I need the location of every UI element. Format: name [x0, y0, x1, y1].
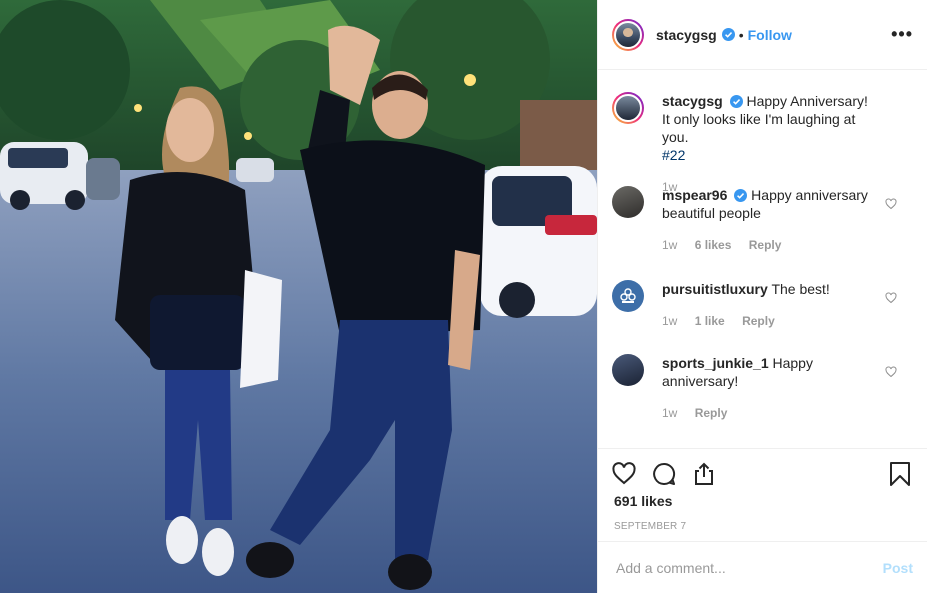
author-username[interactable]: stacygsg [656, 27, 717, 43]
heart-icon[interactable] [612, 462, 636, 486]
caption-avatar[interactable] [612, 92, 644, 124]
verified-icon [734, 189, 748, 202]
add-comment-input[interactable] [614, 558, 883, 577]
comment-likes[interactable]: 1 like [695, 314, 725, 328]
bookmark-icon[interactable] [889, 462, 911, 486]
comment-avatar[interactable] [612, 354, 644, 386]
small-heart-icon[interactable] [885, 366, 897, 378]
comment-text-block: sports_junkie_1 Happy anniversary! 1w Re… [662, 354, 882, 422]
verified-icon [729, 95, 743, 108]
comment-item: pursuitistluxury The best! 1w 1 like Rep… [612, 280, 913, 330]
comment-item: mspear96 Happy anniversary beautiful peo… [612, 186, 913, 254]
post-side-panel: stacygsg • Follow ••• stacygsg Happy Ann… [597, 0, 927, 593]
more-icon[interactable]: ••• [891, 24, 913, 45]
post-photo[interactable] [0, 0, 597, 593]
caption-text-block: stacygsg Happy Anniversary! It only look… [662, 92, 882, 196]
post-dialog: stacygsg • Follow ••• stacygsg Happy Ann… [0, 0, 927, 593]
comment-username[interactable]: pursuitistluxury [662, 281, 768, 297]
small-heart-icon[interactable] [885, 292, 897, 304]
pursuitist-logo-icon [620, 288, 636, 303]
caption-line1: Happy Anniversary! [746, 93, 868, 109]
post-photo-image [0, 0, 597, 593]
add-comment-bar: Post [598, 541, 927, 593]
verified-icon [721, 28, 735, 41]
separator-dot: • [738, 26, 744, 43]
reply-button[interactable]: Reply [695, 406, 728, 420]
caption: stacygsg Happy Anniversary! It only look… [612, 92, 913, 196]
comment-text: The best! [771, 281, 830, 297]
comment-time[interactable]: 1w [662, 406, 677, 420]
comment-time[interactable]: 1w [662, 314, 677, 328]
comment-username[interactable]: sports_junkie_1 [662, 355, 769, 371]
small-heart-icon[interactable] [885, 198, 897, 210]
comments-list[interactable]: stacygsg Happy Anniversary! It only look… [598, 70, 927, 448]
comment-time[interactable]: 1w [662, 238, 677, 252]
like-count[interactable]: 691 likes [598, 493, 927, 509]
post-comment-button[interactable]: Post [883, 560, 913, 576]
caption-line2: It only looks like I'm laughing at you. [662, 111, 856, 145]
reply-button[interactable]: Reply [742, 314, 775, 328]
post-header: stacygsg • Follow ••• [598, 0, 927, 70]
comment-avatar[interactable] [612, 280, 644, 312]
comment-text-block: mspear96 Happy anniversary beautiful peo… [662, 186, 882, 254]
caption-hashtag[interactable]: #22 [662, 147, 685, 163]
share-icon[interactable] [692, 462, 716, 486]
author-avatar[interactable] [612, 18, 644, 51]
comment-icon[interactable] [652, 462, 676, 486]
comment-likes[interactable]: 6 likes [695, 238, 732, 252]
follow-button[interactable]: Follow [748, 27, 792, 43]
post-actions: 691 likes SEPTEMBER 7 [598, 448, 927, 532]
reply-button[interactable]: Reply [749, 238, 782, 252]
comment-item: sports_junkie_1 Happy anniversary! 1w Re… [612, 354, 913, 422]
action-icons-row [598, 449, 927, 499]
comment-text-block: pursuitistluxury The best! 1w 1 like Rep… [662, 280, 882, 330]
post-date[interactable]: SEPTEMBER 7 [598, 521, 927, 532]
comment-username[interactable]: mspear96 [662, 187, 727, 203]
comment-avatar[interactable] [612, 186, 644, 218]
caption-username[interactable]: stacygsg [662, 93, 723, 109]
